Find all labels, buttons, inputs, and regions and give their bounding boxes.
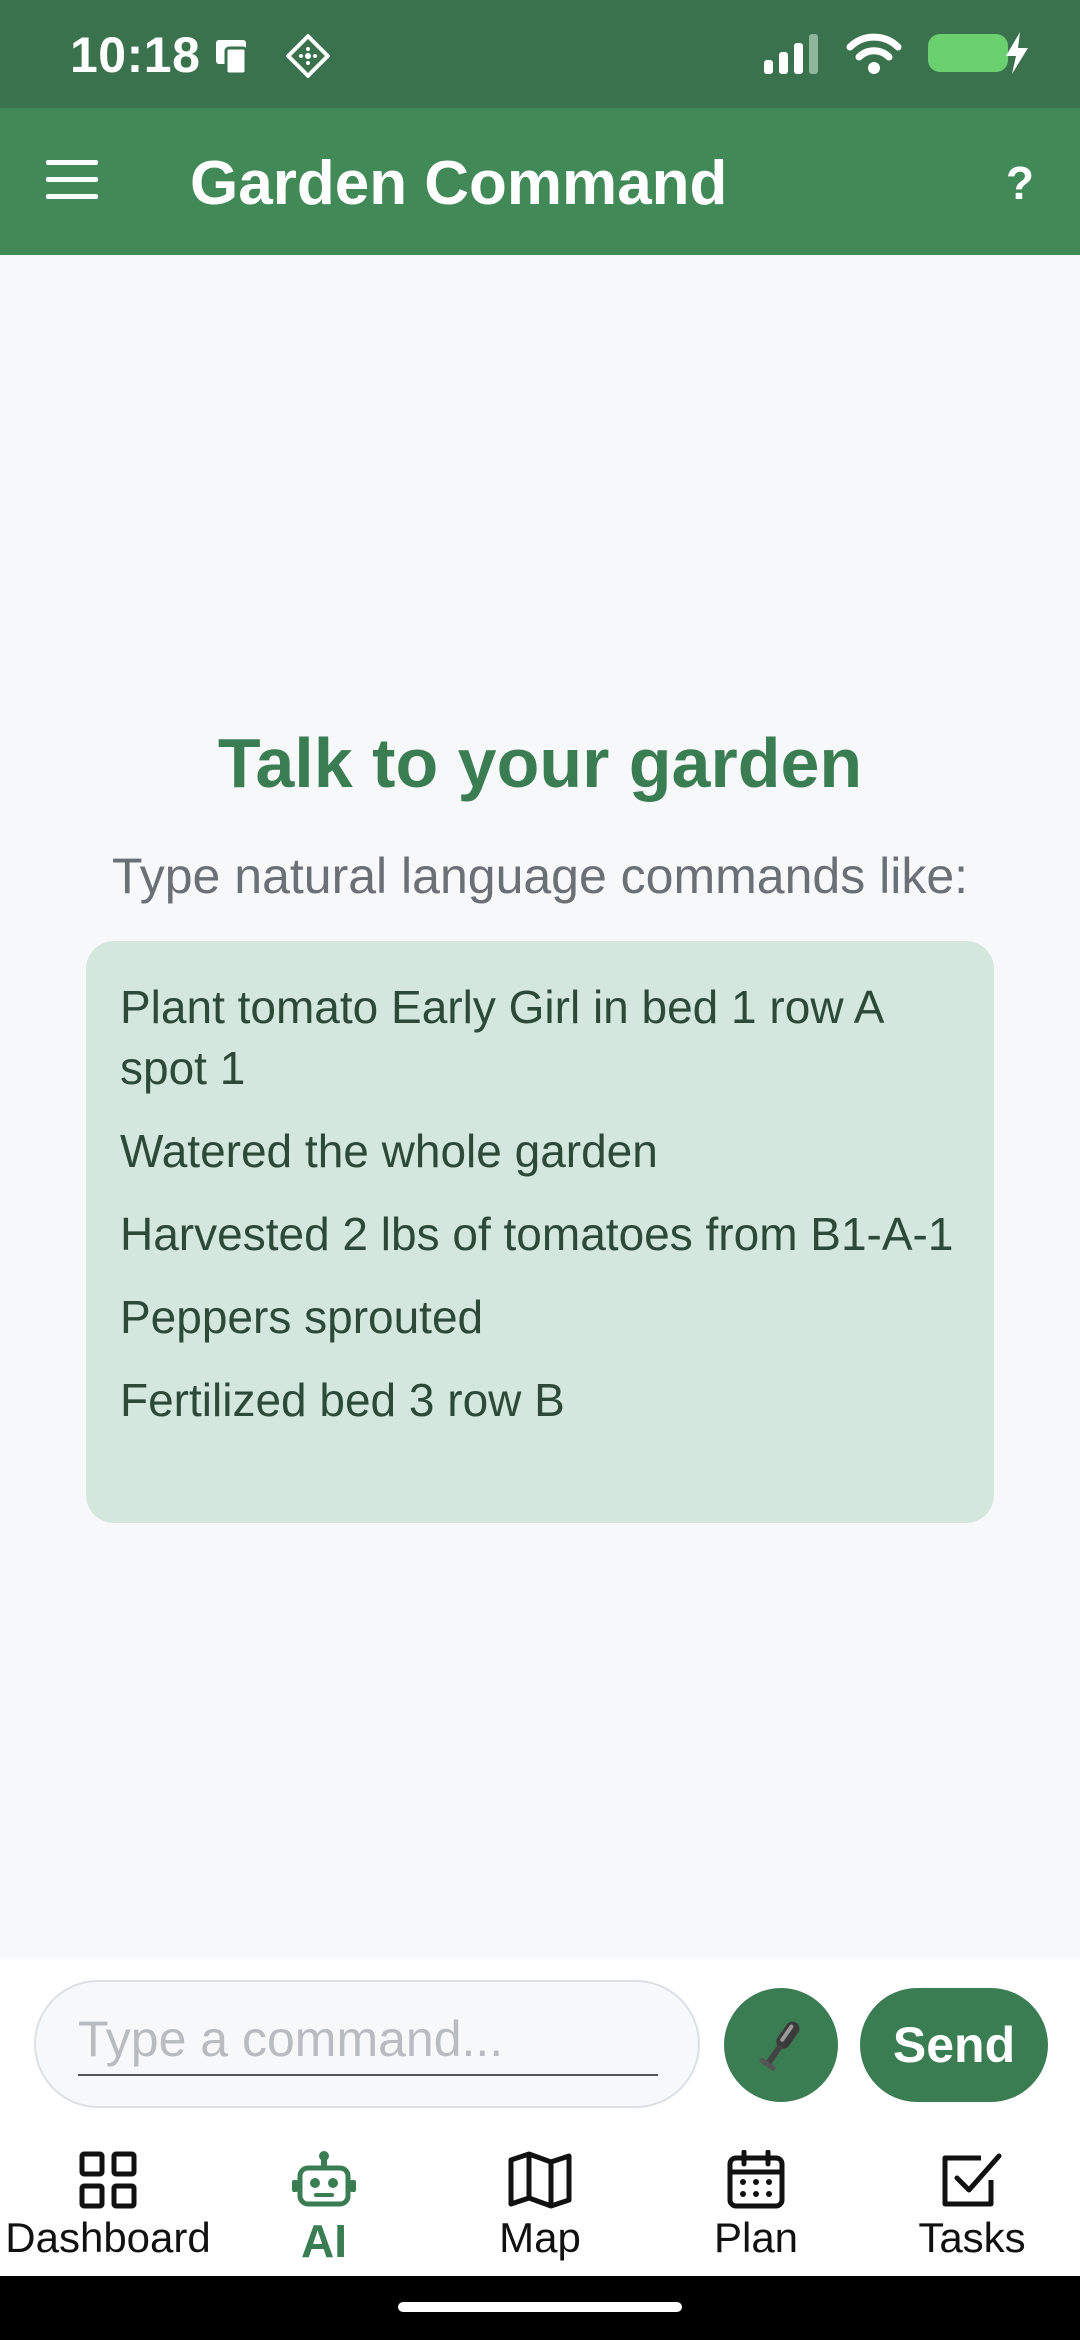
map-icon [508, 2151, 572, 2209]
example-command[interactable]: Plant tomato Early Girl in bed 1 row A s… [120, 977, 960, 1099]
robot-icon [292, 2151, 356, 2207]
status-left-icons [212, 34, 330, 78]
command-input-container [34, 1980, 700, 2108]
nav-label-plan: Plan [713, 2214, 799, 2261]
command-input-bar: Send [0, 1958, 1080, 2138]
checkbox-icon [942, 2153, 1002, 2207]
device-icon [216, 40, 248, 76]
empty-state-subtitle: Type natural language commands like: [111, 848, 969, 904]
send-button[interactable]: Send [860, 1988, 1048, 2102]
system-gesture-bar [0, 2276, 1080, 2340]
command-input[interactable] [78, 2004, 658, 2076]
garden-command-screen: 10:18 Garden Command ? Talk to your gard… [0, 0, 1080, 2340]
chat-area: Talk to your garden Type natural languag… [0, 255, 1080, 1958]
example-command[interactable]: Peppers sprouted [120, 1287, 960, 1348]
example-command[interactable]: Harvested 2 lbs of tomatoes from B1-A-1 [120, 1204, 960, 1265]
example-command[interactable]: Fertilized bed 3 row B [120, 1370, 960, 1431]
nav-label-ai: AI [301, 2215, 347, 2267]
nav-label-tasks: Tasks [918, 2214, 1026, 2261]
example-commands-card: Plant tomato Early Girl in bed 1 row A s… [86, 941, 994, 1523]
app-bar: Garden Command ? [0, 108, 1080, 255]
dashboard-grid-icon [79, 2151, 137, 2209]
microphone-icon [759, 2021, 800, 2071]
calendar-icon [727, 2150, 785, 2209]
microphone-button[interactable] [724, 1988, 838, 2102]
home-indicator[interactable] [398, 2302, 682, 2312]
nav-item-ai[interactable]: AI [216, 2150, 432, 2270]
menu-icon[interactable] [46, 160, 98, 200]
example-command[interactable]: Watered the whole garden [120, 1121, 960, 1182]
wifi-icon [846, 33, 902, 74]
app-title: Garden Command [190, 149, 728, 218]
status-right-icons [764, 30, 1030, 76]
nav-item-tasks[interactable]: Tasks [864, 2150, 1080, 2270]
signal-icon [764, 34, 818, 74]
status-bar: 10:18 [0, 0, 1080, 108]
nav-label-dashboard: Dashboard [5, 2214, 211, 2261]
battery-charging-icon [928, 32, 1028, 74]
nav-item-map[interactable]: Map [432, 2150, 648, 2270]
empty-state-title: Talk to your garden [217, 724, 863, 802]
nav-item-dashboard[interactable]: Dashboard [0, 2150, 216, 2270]
nfc-icon [286, 34, 330, 78]
help-button[interactable]: ? [1006, 156, 1034, 210]
status-time: 10:18 [70, 27, 201, 83]
bottom-navigation: Dashboard AI Map Plan Tasks [0, 2138, 1080, 2276]
nav-item-plan[interactable]: Plan [648, 2150, 864, 2270]
nav-label-map: Map [499, 2214, 581, 2261]
